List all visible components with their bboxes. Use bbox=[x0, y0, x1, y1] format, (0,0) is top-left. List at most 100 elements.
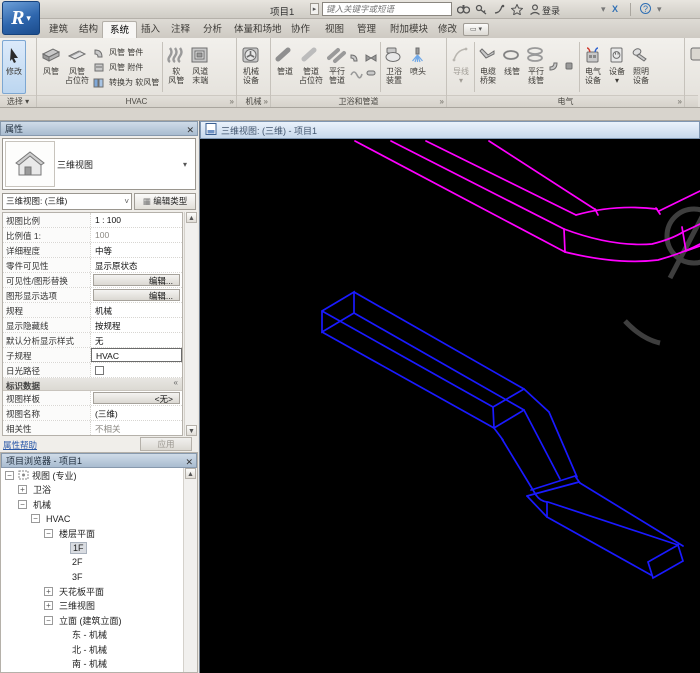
ribbon-button-平行线管[interactable]: 平行线管 bbox=[524, 40, 548, 94]
ribbon-button-卫浴装置[interactable]: 卫浴装置 bbox=[382, 40, 406, 94]
ribbon-button-风道末端[interactable]: 风道末端 bbox=[188, 40, 212, 94]
tree-item-三维视图[interactable]: +三维视图 bbox=[1, 599, 183, 614]
expand-icon[interactable]: + bbox=[44, 587, 53, 596]
property-value[interactable]: 中等 bbox=[91, 243, 182, 257]
tree-item-3F[interactable]: 3F bbox=[1, 570, 183, 585]
tree-item-HVAC[interactable]: −HVAC bbox=[1, 512, 183, 527]
panel-overflow-icon[interactable]: » bbox=[440, 96, 444, 107]
type-selector[interactable]: 三维视图 ▾ bbox=[2, 138, 196, 190]
ribbon-button-机械设备[interactable]: 机械设备 bbox=[239, 40, 263, 94]
ribbon-button-设备[interactable]: 设备▾ bbox=[605, 40, 629, 94]
instance-filter-dropdown[interactable]: 三维视图: (三维) ˅ bbox=[2, 193, 132, 210]
tab-视图[interactable]: 视图 bbox=[318, 21, 351, 38]
edit-type-button[interactable]: ▦ 编辑类型 bbox=[134, 193, 196, 210]
drawing-canvas-3d-view[interactable] bbox=[200, 139, 700, 673]
signin-label[interactable]: 登录 bbox=[542, 4, 560, 17]
view-title-bar[interactable]: 三维视图: (三维) - 项目1 bbox=[200, 121, 700, 139]
panel-overflow-icon[interactable]: » bbox=[678, 96, 682, 107]
ribbon-button-软风管[interactable]: 软风管 bbox=[164, 40, 188, 94]
search-input[interactable] bbox=[322, 2, 452, 16]
property-value[interactable]: 无 bbox=[91, 333, 182, 347]
property-value[interactable]: 100 bbox=[91, 228, 182, 242]
edit-button[interactable]: 编辑... bbox=[93, 274, 180, 286]
3d-view-svg[interactable] bbox=[200, 139, 700, 673]
property-value[interactable]: 机械 bbox=[91, 303, 182, 317]
help-caret-icon[interactable]: ▾ bbox=[657, 4, 662, 15]
tree-item-南 - 机械[interactable]: 南 - 机械 bbox=[1, 657, 183, 672]
collapse-icon[interactable]: − bbox=[18, 500, 27, 509]
ribbon-button-喷头[interactable]: 喷头 bbox=[406, 40, 430, 94]
property-value[interactable]: 按规程 bbox=[91, 318, 182, 332]
ribbon-display-toggle-button[interactable]: ▭ ▾ bbox=[463, 23, 489, 36]
type-selector-caret-icon[interactable]: ▾ bbox=[183, 160, 195, 169]
panel-overflow-icon[interactable]: » bbox=[264, 96, 268, 107]
section-collapse-icon[interactable]: « bbox=[174, 378, 182, 390]
panel-label-选择 ▾[interactable]: 选择 ▾ bbox=[0, 95, 36, 107]
ribbon-button-风管 管件[interactable]: 风管 管件 bbox=[93, 45, 159, 59]
tree-item-天花板平面[interactable]: +天花板平面 bbox=[1, 584, 183, 599]
ribbon-button-cable-tray-fitting[interactable] bbox=[549, 61, 562, 74]
ribbon-button-flex-pipe[interactable] bbox=[350, 68, 363, 81]
tab-注释[interactable]: 注释 bbox=[164, 21, 197, 38]
apply-button[interactable]: 应用 bbox=[140, 437, 192, 451]
collapse-icon[interactable]: − bbox=[44, 529, 53, 538]
ribbon-button-pipe-fitting[interactable] bbox=[350, 53, 363, 66]
ribbon-button-管道占位符[interactable]: 管道占位符 bbox=[297, 40, 325, 94]
properties-help-link[interactable]: 属性帮助 bbox=[3, 439, 37, 451]
user-signin-icon[interactable] bbox=[527, 2, 543, 17]
ribbon-button-电气设备[interactable]: 电气设备 bbox=[581, 40, 605, 94]
scroll-up-icon[interactable]: ▲ bbox=[185, 468, 196, 479]
ribbon-button-转换为 软风管[interactable]: 转换为 软风管 bbox=[93, 75, 159, 89]
ribbon-button-修改[interactable]: 修改 bbox=[2, 40, 26, 94]
panel-label-HVAC[interactable]: HVAC» bbox=[37, 95, 236, 107]
collapse-icon[interactable]: − bbox=[44, 616, 53, 625]
binoculars-search-icon[interactable] bbox=[455, 2, 471, 17]
project-browser-scrollbar[interactable]: ▲ bbox=[183, 468, 197, 672]
properties-header[interactable]: 属性 ✕ bbox=[0, 121, 198, 136]
tab-附加模块[interactable]: 附加模块 bbox=[383, 21, 435, 38]
app-title-bar[interactable]: R ▾ 项目1 ▸ 登录 ▾ X ? ▾ bbox=[0, 0, 700, 19]
scroll-down-icon[interactable]: ▼ bbox=[186, 425, 197, 436]
properties-close-icon[interactable]: ✕ bbox=[186, 123, 194, 137]
tab-系统[interactable]: 系统 bbox=[102, 21, 137, 38]
ribbon-button-平行管道[interactable]: 平行管道 bbox=[325, 40, 349, 94]
tab-分析[interactable]: 分析 bbox=[196, 21, 229, 38]
tree-item-机械[interactable]: −机械 bbox=[1, 497, 183, 512]
tree-item-东 - 机械[interactable]: 东 - 机械 bbox=[1, 628, 183, 643]
tree-item-立面 (建筑立面)[interactable]: −立面 (建筑立面) bbox=[1, 613, 183, 628]
property-value[interactable]: 不相关 bbox=[91, 421, 182, 435]
property-input[interactable]: HVAC bbox=[91, 348, 182, 362]
collapse-icon[interactable]: − bbox=[5, 471, 14, 480]
ribbon-button-[interactable] bbox=[687, 40, 700, 94]
checkbox[interactable] bbox=[95, 366, 104, 375]
section-header-标识数据[interactable]: 标识数据« bbox=[3, 378, 182, 391]
star-favorites-icon[interactable] bbox=[509, 2, 525, 17]
panel-label-电气[interactable]: 电气» bbox=[447, 95, 684, 107]
property-value[interactable]: 显示原状态 bbox=[91, 258, 182, 272]
edit-button[interactable]: <无> bbox=[93, 392, 180, 404]
project-browser-header[interactable]: 项目浏览器 - 项目1 ✕ bbox=[1, 453, 197, 468]
key-subscription-icon[interactable] bbox=[473, 2, 489, 17]
tab-修改[interactable]: 修改 bbox=[431, 21, 464, 38]
tab-结构[interactable]: 结构 bbox=[72, 21, 105, 38]
ribbon-button-conduit-fitting[interactable] bbox=[564, 61, 577, 74]
ribbon-button-导线[interactable]: 导线▾ bbox=[449, 40, 473, 94]
expand-icon[interactable]: + bbox=[18, 485, 27, 494]
properties-scrollbar[interactable]: ▲ ▼ bbox=[184, 212, 197, 436]
ribbon-button-pipe-accessory[interactable] bbox=[365, 53, 378, 66]
property-value[interactable]: (三维) bbox=[91, 406, 182, 420]
signin-caret-icon[interactable]: ▾ bbox=[601, 4, 606, 15]
revit-app-button[interactable]: R ▾ bbox=[2, 1, 40, 35]
search-expand-button[interactable]: ▸ bbox=[310, 3, 319, 15]
expand-icon[interactable]: + bbox=[44, 601, 53, 610]
tab-体量和场地[interactable]: 体量和场地 bbox=[227, 21, 289, 38]
edit-button[interactable]: 编辑... bbox=[93, 289, 180, 301]
tab-管理[interactable]: 管理 bbox=[350, 21, 383, 38]
ribbon-button-风管[interactable]: 风管 bbox=[39, 40, 63, 94]
ribbon-button-风管 附件[interactable]: 风管 附件 bbox=[93, 60, 159, 74]
ribbon-button-风管占位符[interactable]: 风管占位符 bbox=[63, 40, 91, 94]
panel-label-卫浴和管道[interactable]: 卫浴和管道» bbox=[271, 95, 446, 107]
ribbon-button-线管[interactable]: 线管 bbox=[500, 40, 524, 94]
tree-item-1F[interactable]: 1F bbox=[1, 541, 183, 556]
panel-label-机械[interactable]: 机械» bbox=[237, 95, 270, 107]
